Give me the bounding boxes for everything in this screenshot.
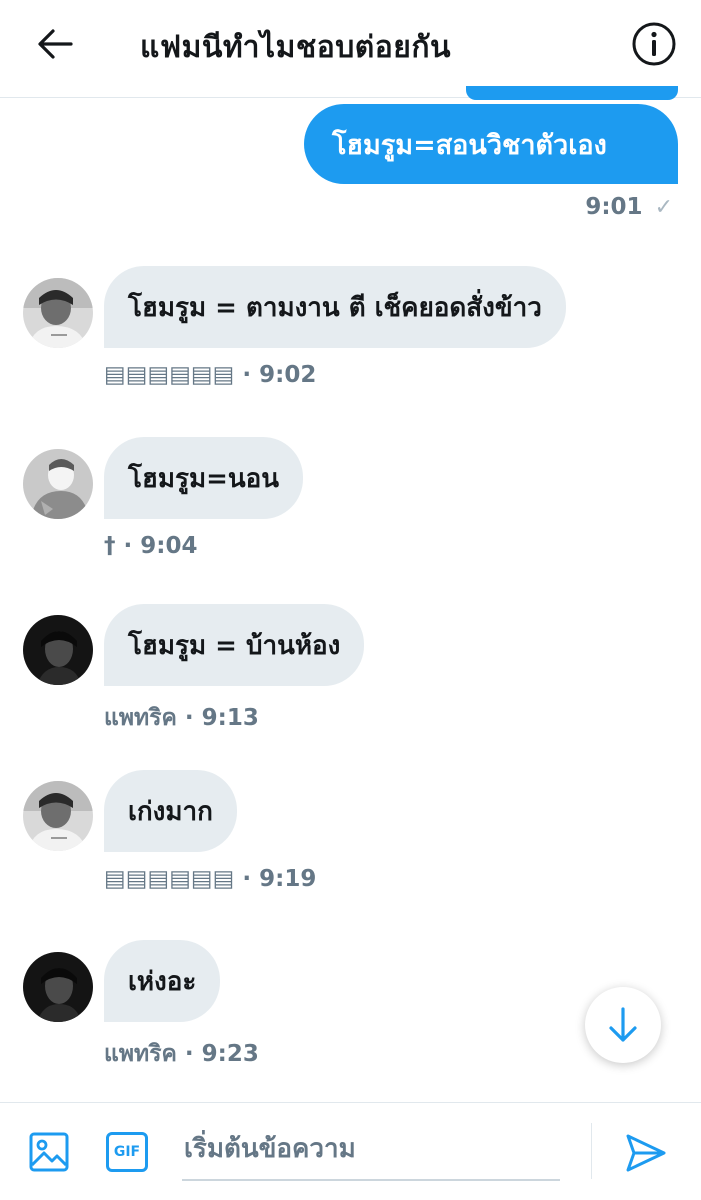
add-gif-button[interactable]: GIF <box>106 1132 148 1172</box>
add-image-button[interactable] <box>28 1131 70 1173</box>
message-bubble-incoming[interactable]: เก่งมาก <box>104 770 237 852</box>
message-meta-outgoing: 9:01 ✓ <box>585 194 673 220</box>
back-button[interactable] <box>28 22 82 66</box>
send-button[interactable] <box>624 1131 668 1175</box>
check-icon: ✓ <box>654 194 673 220</box>
message-input[interactable] <box>182 1119 560 1181</box>
message-meta: ▤▤▤▤▤▤ · 9:19 <box>104 866 317 892</box>
arrow-left-icon <box>38 29 73 59</box>
info-button[interactable] <box>630 20 678 68</box>
arrow-down-icon <box>609 1007 637 1042</box>
info-circle-icon <box>632 22 676 66</box>
message-meta: แพทริค · 9:13 <box>104 705 259 731</box>
message-meta: ▤▤▤▤▤▤ · 9:02 <box>104 362 317 388</box>
avatar[interactable] <box>23 449 93 519</box>
message-composer: GIF <box>0 1102 701 1200</box>
message-bubble-incoming[interactable]: เห่งอะ <box>104 940 221 1022</box>
message-time: 9:01 <box>585 194 643 220</box>
conversation-title: แฟมนีทำไมชอบต่อยกัน <box>140 30 452 65</box>
composer-divider <box>591 1123 592 1179</box>
message-meta: † · 9:04 <box>104 533 198 559</box>
avatar[interactable] <box>23 952 93 1022</box>
conversation-header: แฟมนีทำไมชอบต่อยกัน <box>0 0 701 98</box>
image-icon <box>29 1132 69 1172</box>
avatar[interactable] <box>23 278 93 348</box>
previous-message-bubble-edge <box>466 86 678 100</box>
scroll-to-bottom-button[interactable] <box>585 987 661 1063</box>
avatar[interactable] <box>23 781 93 851</box>
message-meta: แพทริค · 9:23 <box>104 1041 259 1067</box>
message-bubble-incoming[interactable]: โฮมรูม=นอน <box>104 437 304 519</box>
message-bubble-incoming[interactable]: โฮมรูม = บ้านห้อง <box>104 604 365 686</box>
send-icon <box>626 1134 666 1172</box>
message-bubble-outgoing[interactable]: โฮมรูม=สอนวิชาตัวเอง <box>304 104 678 184</box>
avatar[interactable] <box>23 615 93 685</box>
message-bubble-incoming[interactable]: โฮมรูม = ตามงาน ตี เช็คยอดสั่งข้าว <box>104 266 566 348</box>
